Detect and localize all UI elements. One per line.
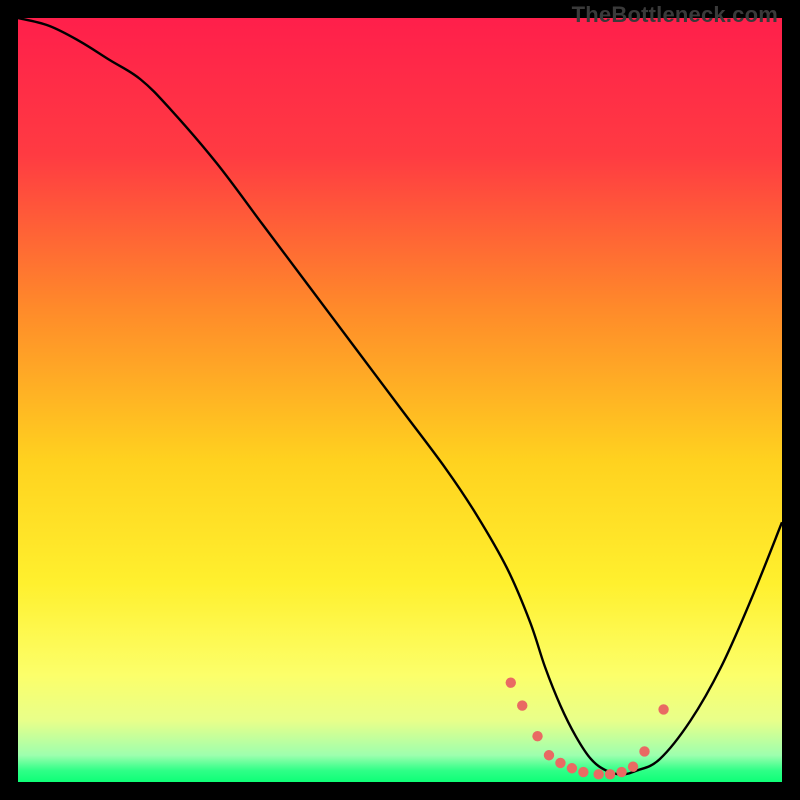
valley-marker	[506, 677, 516, 687]
valley-marker	[567, 763, 577, 773]
gradient-background	[18, 18, 782, 782]
valley-marker	[578, 767, 588, 777]
valley-marker	[605, 769, 615, 779]
valley-marker	[593, 769, 603, 779]
valley-marker	[628, 762, 638, 772]
watermark-text: TheBottleneck.com	[572, 2, 778, 28]
chart-frame	[18, 18, 782, 782]
valley-marker	[555, 758, 565, 768]
valley-marker	[616, 767, 626, 777]
valley-marker	[532, 731, 542, 741]
valley-marker	[658, 704, 668, 714]
bottleneck-chart	[18, 18, 782, 782]
valley-marker	[544, 750, 554, 760]
valley-marker	[639, 746, 649, 756]
valley-marker	[517, 700, 527, 710]
